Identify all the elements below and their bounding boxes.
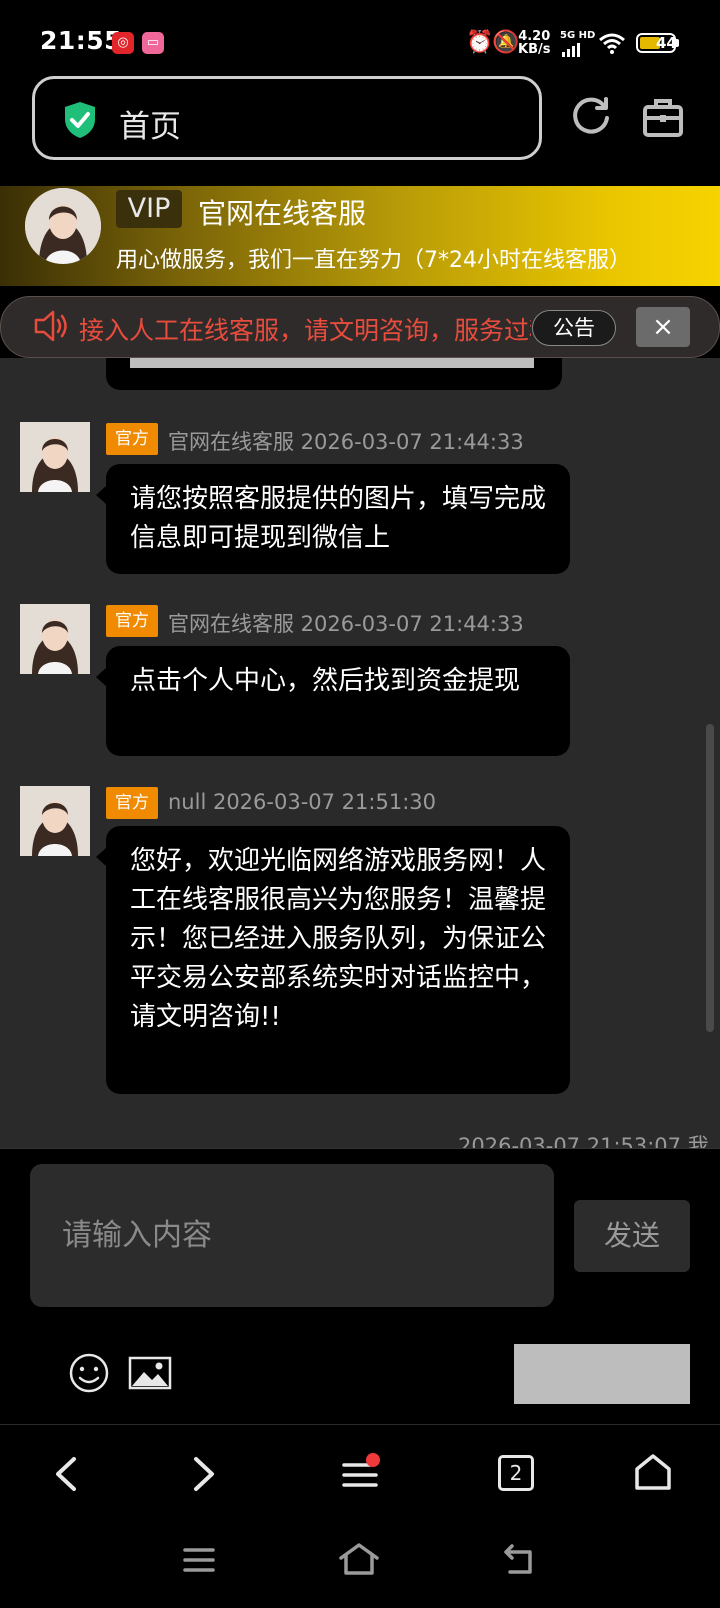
app-notification-icon: ▭ xyxy=(142,32,164,54)
my-message-meta: 2026-03-07 21:53:07 我 xyxy=(458,1134,709,1148)
signal-icon xyxy=(562,42,586,61)
message-bubble[interactable]: 请您按照客服提供的图片，填写完成信息即可提现到微信上 xyxy=(96,464,570,574)
notice-close-button[interactable]: × xyxy=(636,307,690,347)
official-tag: 官方 xyxy=(106,423,158,455)
address-text: 首页 xyxy=(119,109,181,145)
agent-avatar xyxy=(20,422,90,492)
tabs-button[interactable]: 2 xyxy=(498,1455,534,1491)
previous-image-bubble[interactable] xyxy=(106,358,562,390)
chat-scrollbar[interactable] xyxy=(706,724,714,1032)
agent-avatar xyxy=(20,786,90,856)
system-home-icon[interactable] xyxy=(338,1542,380,1576)
agent-name: 官网在线客服 xyxy=(198,197,367,230)
battery-icon: 44 xyxy=(636,33,677,53)
agent-avatar xyxy=(25,188,101,264)
back-icon[interactable] xyxy=(52,1455,80,1493)
placeholder-block xyxy=(514,1344,690,1404)
message-meta: 官网在线客服 2026-03-07 21:44:33 xyxy=(168,430,524,454)
system-back-icon[interactable] xyxy=(502,1542,538,1576)
toolbox-button[interactable] xyxy=(642,98,684,142)
wifi-icon xyxy=(598,32,626,58)
agent-avatar xyxy=(20,604,90,674)
menu-button[interactable] xyxy=(340,1453,380,1495)
image-icon xyxy=(128,1356,172,1390)
send-button[interactable]: 发送 xyxy=(574,1200,690,1272)
browser-nav-bar: 2 xyxy=(0,1424,720,1521)
official-tag: 官方 xyxy=(106,605,158,637)
image-button[interactable] xyxy=(128,1356,172,1394)
address-bar[interactable]: 首页 xyxy=(32,76,542,160)
message-meta: 官网在线客服 2026-03-07 21:44:33 xyxy=(168,612,524,636)
speaker-icon xyxy=(34,310,67,342)
status-bar: 21:55 ◎ ▭ ⏰ 🔕 4.20 KB/s 5G HD 44 xyxy=(0,0,720,72)
toolbox-icon xyxy=(643,99,683,137)
signal-label: 5G HD xyxy=(560,30,596,41)
netease-music-icon: ◎ xyxy=(112,32,134,54)
vip-badge: VIP xyxy=(116,190,182,228)
emoji-button[interactable] xyxy=(68,1352,110,1398)
mute-icon: 🔕 xyxy=(492,30,520,55)
net-speed: 4.20 KB/s xyxy=(518,29,551,57)
alarm-icon: ⏰ xyxy=(466,30,494,55)
home-icon[interactable] xyxy=(634,1453,672,1491)
message-bubble[interactable]: 您好，欢迎光临网络游戏服务网！人工在线客服很高兴为您服务！温馨提示！您已经进入服… xyxy=(96,826,570,1094)
status-time: 21:55 xyxy=(40,26,123,55)
service-tagline: 用心做服务，我们一直在努力（7*24小时在线客服） xyxy=(116,248,631,273)
recent-apps-icon[interactable] xyxy=(182,1546,216,1574)
chat-messages[interactable]: 官方 官网在线客服 2026-03-07 21:44:33 请您按照客服提供的图… xyxy=(0,358,720,1148)
menu-icon xyxy=(342,1453,380,1487)
message-input[interactable] xyxy=(30,1164,554,1307)
battery-nub xyxy=(676,39,679,47)
message-meta: null 2026-03-07 21:51:30 xyxy=(168,790,436,814)
emoji-icon xyxy=(69,1353,109,1393)
shield-check-icon xyxy=(65,102,95,138)
reload-icon xyxy=(573,97,609,134)
forward-icon[interactable] xyxy=(190,1455,218,1493)
announcement-button[interactable]: 公告 xyxy=(532,310,616,346)
system-nav-bar xyxy=(0,1520,720,1608)
notice-text: 接入人工在线客服，请文明咨询，服务过程中 xyxy=(79,316,531,345)
image-placeholder xyxy=(130,358,534,368)
official-tag: 官方 xyxy=(106,787,158,819)
message-bubble[interactable]: 点击个人中心，然后找到资金提现 xyxy=(96,646,570,756)
reload-button[interactable] xyxy=(570,96,612,142)
